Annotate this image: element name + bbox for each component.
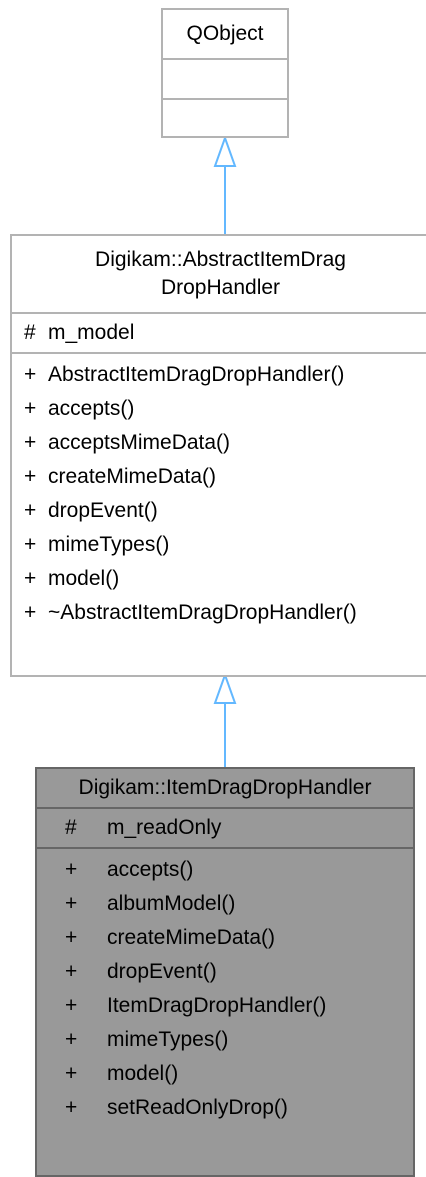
method-row: + ItemDragDropHandler(): [37, 989, 413, 1023]
visibility-marker: +: [24, 363, 37, 386]
visibility-marker: +: [65, 858, 78, 881]
method-name: ~AbstractItemDragDropHandler(): [48, 601, 357, 624]
method-row: + model(): [37, 1057, 413, 1091]
method-row: + model(): [12, 562, 426, 596]
method-row: + setReadOnlyDrop(): [37, 1091, 413, 1125]
attributes-compartment: # m_readOnly: [37, 807, 413, 847]
method-name: mimeTypes(): [107, 1028, 229, 1051]
class-name-line2: DropHandler: [160, 276, 281, 299]
method-name: model(): [48, 567, 120, 590]
attributes-compartment: [163, 58, 287, 98]
visibility-marker: +: [65, 1028, 78, 1051]
class-name-line1: Digikam::AbstractItemDrag: [95, 248, 346, 271]
method-name: mimeTypes(): [48, 533, 170, 556]
method-name: AbstractItemDragDropHandler(): [48, 363, 345, 386]
visibility-marker: +: [65, 1062, 78, 1085]
attributes-compartment: # m_model: [12, 312, 426, 352]
method-name: accepts(): [48, 397, 135, 420]
visibility-marker: +: [65, 994, 78, 1017]
attribute-name: m_model: [48, 321, 135, 344]
method-row: + ~AbstractItemDragDropHandler(): [12, 596, 426, 630]
method-name: setReadOnlyDrop(): [107, 1096, 288, 1119]
class-node-abstract-item-drag-drop-handler[interactable]: Digikam::AbstractItemDrag DropHandler # …: [10, 234, 426, 677]
visibility-marker: #: [65, 816, 77, 839]
class-node-item-drag-drop-handler[interactable]: Digikam::ItemDragDropHandler # m_readOnl…: [35, 767, 415, 1177]
class-node-qobject[interactable]: QObject: [161, 8, 289, 138]
method-name: dropEvent(): [107, 960, 217, 983]
methods-compartment: + AbstractItemDragDropHandler() + accept…: [12, 352, 426, 675]
method-row: + dropEvent(): [12, 494, 426, 528]
attribute-row: # m_readOnly: [37, 811, 413, 845]
method-row: + dropEvent(): [37, 955, 413, 989]
method-name: acceptsMimeData(): [48, 431, 231, 454]
method-row: + createMimeData(): [12, 460, 426, 494]
method-row: + acceptsMimeData(): [12, 426, 426, 460]
methods-compartment: [163, 98, 287, 138]
visibility-marker: +: [24, 499, 37, 522]
visibility-marker: +: [24, 465, 37, 488]
method-row: + mimeTypes(): [12, 528, 426, 562]
method-name: albumModel(): [107, 892, 236, 915]
methods-compartment: + accepts() + albumModel() + createMimeD…: [37, 847, 413, 1175]
visibility-marker: +: [24, 601, 37, 624]
class-name: Digikam::AbstractItemDrag DropHandler: [12, 246, 426, 302]
method-name: createMimeData(): [107, 926, 276, 949]
method-row: + AbstractItemDragDropHandler(): [12, 358, 426, 392]
method-row: + mimeTypes(): [37, 1023, 413, 1057]
class-name: QObject: [186, 22, 264, 45]
method-row: + createMimeData(): [37, 921, 413, 955]
method-row: + accepts(): [12, 392, 426, 426]
edge-abstract-to-qobject: [213, 135, 237, 234]
attribute-name: m_readOnly: [107, 816, 222, 839]
class-name: Digikam::ItemDragDropHandler: [78, 776, 372, 799]
visibility-marker: +: [24, 533, 37, 556]
visibility-marker: +: [65, 960, 78, 983]
method-row: + accepts(): [37, 853, 413, 887]
visibility-marker: #: [24, 321, 36, 344]
visibility-marker: +: [65, 926, 78, 949]
visibility-marker: +: [65, 892, 78, 915]
method-row: + albumModel(): [37, 887, 413, 921]
method-name: dropEvent(): [48, 499, 158, 522]
visibility-marker: +: [24, 567, 37, 590]
visibility-marker: +: [24, 397, 37, 420]
method-name: model(): [107, 1062, 179, 1085]
method-name: accepts(): [107, 858, 194, 881]
edge-item-to-abstract: [213, 672, 237, 767]
method-name: ItemDragDropHandler(): [107, 994, 327, 1017]
visibility-marker: +: [65, 1096, 78, 1119]
visibility-marker: +: [24, 431, 37, 454]
attribute-row: # m_model: [12, 316, 426, 350]
inheritance-arrowhead: [213, 135, 237, 167]
method-name: createMimeData(): [48, 465, 217, 488]
inheritance-arrowhead: [213, 672, 237, 704]
